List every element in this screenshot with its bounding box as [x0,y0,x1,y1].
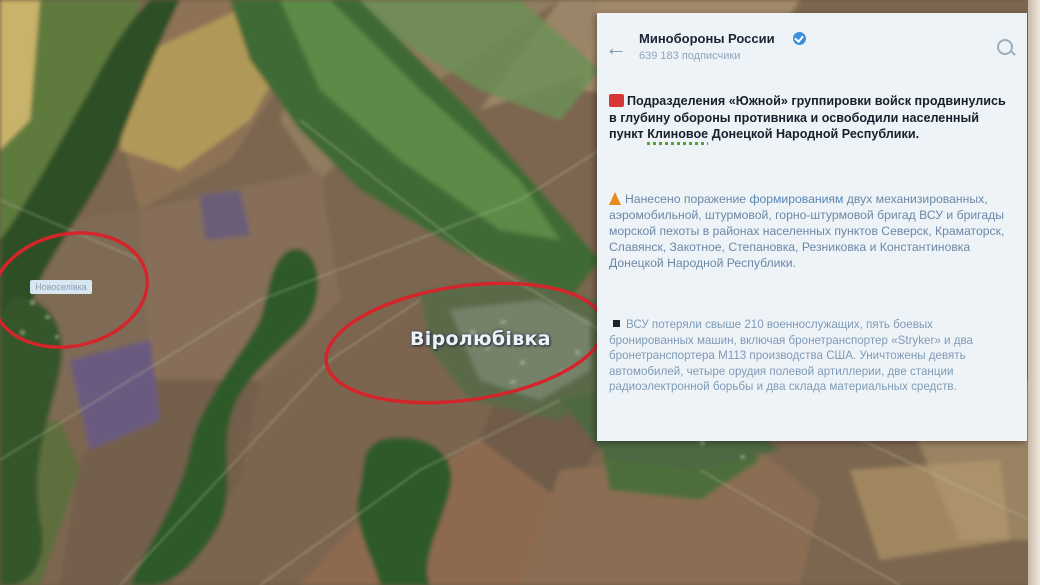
channel-name[interactable]: Минобороны России [639,31,775,46]
paragraph-2-link[interactable]: формированиям [749,192,843,206]
post-paragraph-2: Нанесено поражение формированиям двух ме… [609,191,1017,271]
black-square-icon [613,320,620,327]
fire-icon [609,192,621,205]
post-paragraph-3: ВСУ потеряли свыше 210 военнослужащих, п… [609,317,1017,395]
place-name-klinovoe: Клиновое [647,127,709,141]
search-icon[interactable] [997,39,1013,55]
map-label-left: Новоселiвка [30,280,92,294]
map-label-virolyubivka: Вiролюбiвка [410,328,551,350]
channel-header: ← Минобороны России 639 183 подписчики [597,13,1027,73]
verified-icon [793,32,806,45]
subscriber-count: 639 183 подписчики [639,50,741,62]
paragraph-1-text-end: Донецкой Народной Республики. [708,127,920,141]
telegram-post-panel: ← Минобороны России 639 183 подписчики П… [597,13,1027,441]
screen-edge [1028,0,1040,585]
back-arrow-icon[interactable]: ← [605,37,627,59]
paragraph-2-text: Нанесено поражение [625,192,750,206]
red-flag-icon [609,94,624,107]
post-paragraph-1: Подразделения «Южной» группировки войск … [609,93,1017,143]
paragraph-3-text: ВСУ потеряли свыше 210 военнослужащих, п… [609,318,973,394]
